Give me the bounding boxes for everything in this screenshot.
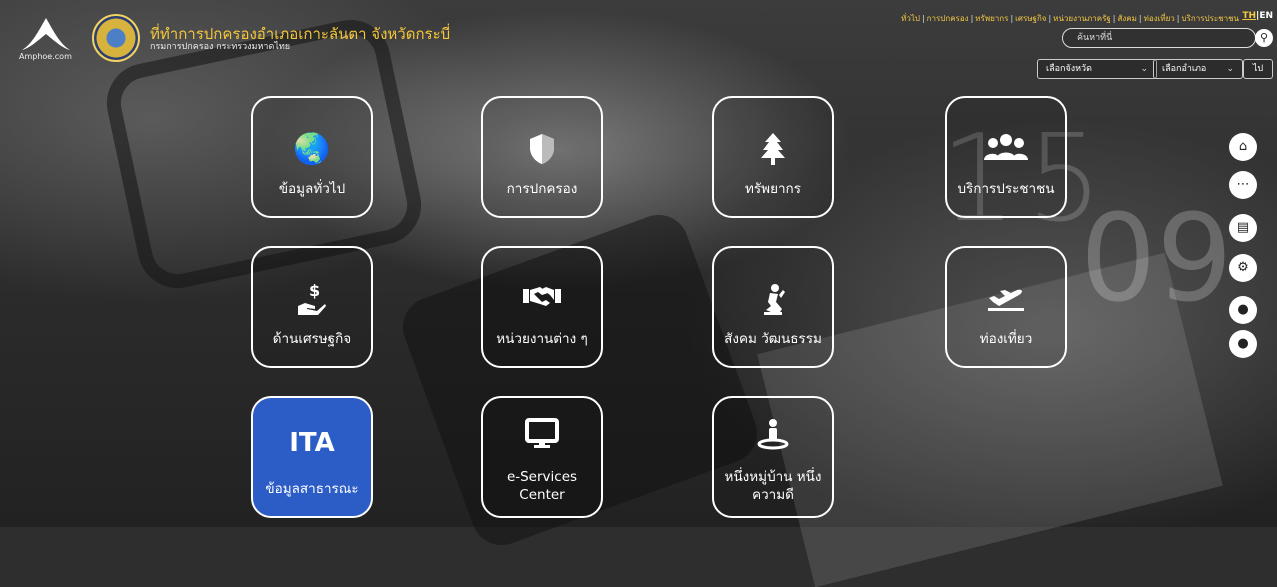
user-icon[interactable]: ● bbox=[1229, 296, 1257, 324]
tile-general-info[interactable]: 🌏 ข้อมูลทั่วไป bbox=[251, 96, 373, 218]
tile-e-services[interactable]: e-Services Center bbox=[481, 396, 603, 518]
topnav-general[interactable]: ทั่วไป bbox=[901, 14, 920, 23]
chevron-down-icon: ⌄ bbox=[1140, 64, 1148, 74]
topnav-agencies[interactable]: หน่วยงานภาครัฐ bbox=[1053, 14, 1111, 23]
tile-label: ด้านเศรษฐกิจ bbox=[272, 331, 352, 347]
tile-tourism[interactable]: ท่องเที่ยว bbox=[945, 246, 1067, 368]
tile-label: สังคม วัฒนธรรม bbox=[724, 331, 822, 347]
grid-icon[interactable]: ⋯ bbox=[1229, 171, 1257, 199]
tile-label-line2: ความดี bbox=[752, 487, 794, 503]
topnav-administration[interactable]: การปกครอง bbox=[927, 14, 969, 23]
site-subtitle: กรมการปกครอง กระทรวงมหาดไทย bbox=[150, 42, 291, 52]
ita-title: ITA bbox=[289, 428, 335, 458]
lang-en-link[interactable]: EN bbox=[1259, 11, 1273, 21]
home-icon[interactable]: ⌂ bbox=[1229, 133, 1257, 161]
logo-caption: Amphoe.com bbox=[19, 52, 72, 61]
tile-label: การปกครอง bbox=[506, 181, 578, 197]
tree-icon bbox=[714, 132, 832, 168]
tile-economy[interactable]: $ ด้านเศรษฐกิจ bbox=[251, 246, 373, 368]
person-pin-icon bbox=[714, 418, 832, 454]
tile-label: หน่วยงานต่าง ๆ bbox=[496, 331, 588, 347]
search-box bbox=[1062, 28, 1256, 48]
tile-label: ทรัพยากร bbox=[745, 181, 801, 197]
map-icon[interactable]: ⚙ bbox=[1229, 254, 1257, 282]
chevron-down-icon: ⌄ bbox=[1226, 64, 1234, 74]
topnav-services[interactable]: บริการประชาชน bbox=[1182, 14, 1240, 23]
tile-label: หนึ่งหมู่บ้าน หนึ่ง ความดี bbox=[716, 468, 830, 504]
background-clock-digits-2: 09 bbox=[1080, 190, 1233, 329]
language-switcher: TH|EN bbox=[1242, 11, 1273, 21]
people-icon bbox=[947, 132, 1065, 168]
top-navigation: ทั่วไป | การปกครอง | ทรัพยากร | เศรษฐกิจ | หน่วย… bbox=[901, 14, 1240, 23]
praying-icon bbox=[714, 282, 832, 318]
topnav-tourism[interactable]: ท่องเที่ยว bbox=[1144, 14, 1175, 23]
topnav-economy[interactable]: เศรษฐกิจ bbox=[1015, 14, 1046, 23]
tile-label: ข้อมูลสาธารณะ bbox=[265, 481, 359, 497]
news-icon[interactable]: ▤ bbox=[1229, 214, 1257, 242]
tile-one-village-one-good[interactable]: หนึ่งหมู่บ้าน หนึ่ง ความดี bbox=[712, 396, 834, 518]
tile-administration[interactable]: การปกครอง bbox=[481, 96, 603, 218]
tile-label: e-Services Center bbox=[485, 468, 599, 504]
header: Amphoe.com ที่ทำการปกครองอำเภอเกาะลันตา … bbox=[0, 0, 1277, 80]
money-hand-icon: $ bbox=[253, 281, 371, 318]
tile-label-line1: e-Services bbox=[506, 469, 578, 485]
tile-ita-public-info[interactable]: ITA ข้อมูลสาธารณะ bbox=[251, 396, 373, 518]
tile-public-services[interactable]: บริการประชาชน bbox=[945, 96, 1067, 218]
handshake-icon bbox=[483, 282, 601, 318]
search-icon[interactable]: ⚲ bbox=[1255, 29, 1273, 47]
tile-label: ท่องเที่ยว bbox=[979, 331, 1033, 347]
topnav-society[interactable]: สังคม bbox=[1118, 14, 1137, 23]
tile-label: ข้อมูลทั่วไป bbox=[278, 181, 346, 197]
topnav-resources[interactable]: ทรัพยากร bbox=[975, 14, 1008, 23]
province-select-label: เลือกจังหวัด bbox=[1046, 64, 1092, 74]
globe-icon: 🌏 bbox=[293, 132, 331, 167]
svg-text:$: $ bbox=[309, 282, 320, 300]
lang-th-link[interactable]: TH bbox=[1242, 11, 1256, 21]
monitor-icon bbox=[483, 418, 601, 454]
district-select-label: เลือกอำเภอ bbox=[1162, 64, 1207, 74]
tile-label: บริการประชาชน bbox=[957, 181, 1055, 197]
tile-agencies[interactable]: หน่วยงานต่าง ๆ bbox=[481, 246, 603, 368]
user-icon[interactable]: ● bbox=[1229, 330, 1257, 358]
tile-society-culture[interactable]: สังคม วัฒนธรรม bbox=[712, 246, 834, 368]
province-select[interactable]: เลือกจังหวัด ⌄ bbox=[1037, 59, 1157, 79]
plane-icon bbox=[947, 282, 1065, 318]
search-input[interactable] bbox=[1075, 30, 1229, 46]
ministry-seal bbox=[92, 14, 140, 62]
shield-icon bbox=[483, 132, 601, 168]
tile-label-line1: หนึ่งหมู่บ้าน หนึ่ง bbox=[724, 469, 822, 485]
go-button[interactable]: ไป bbox=[1243, 59, 1273, 79]
district-select[interactable]: เลือกอำเภอ ⌄ bbox=[1153, 59, 1243, 79]
tile-resources[interactable]: ทรัพยากร bbox=[712, 96, 834, 218]
tile-label-line2: Center bbox=[519, 487, 565, 503]
